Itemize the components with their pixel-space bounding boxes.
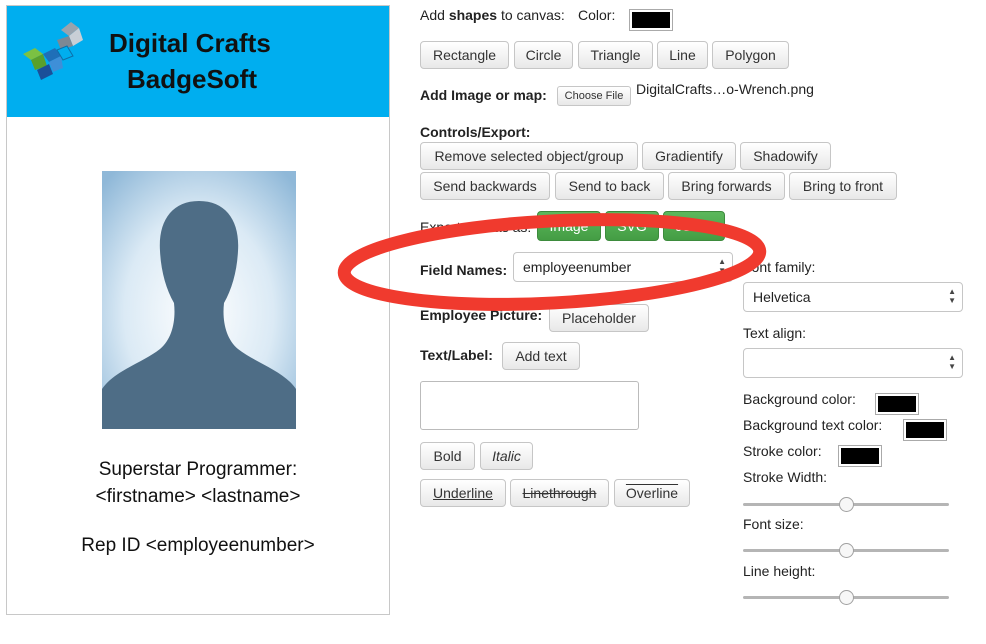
- stroke-color-label: Stroke color:: [743, 443, 822, 459]
- badge-id-line: Rep ID <employeenumber>: [81, 535, 315, 556]
- select-arrows-icon: ▲ ▼: [948, 353, 956, 371]
- background-text-color-swatch[interactable]: [903, 419, 947, 441]
- slider-thumb[interactable]: [838, 543, 854, 558]
- send-to-back-button[interactable]: Send to back: [555, 172, 664, 200]
- text-align-label: Text align:: [743, 325, 807, 341]
- italic-button[interactable]: Italic: [480, 442, 533, 470]
- add-shapes-prefix: Add: [420, 7, 449, 23]
- export-svg-button[interactable]: SVG: [605, 211, 659, 241]
- placeholder-button[interactable]: Placeholder: [549, 304, 649, 332]
- rectangle-button[interactable]: Rectangle: [420, 41, 509, 69]
- font-family-select[interactable]: Helvetica ▲ ▼: [743, 282, 963, 312]
- bring-forwards-button[interactable]: Bring forwards: [668, 172, 785, 200]
- line-height-label: Line height:: [743, 563, 816, 579]
- color-label: Color:: [578, 7, 616, 23]
- field-names-select[interactable]: employeenumber ▲ ▼: [513, 252, 733, 282]
- stroke-color-swatch[interactable]: [838, 445, 882, 467]
- field-names-value: employeenumber: [523, 259, 632, 275]
- export-json-button[interactable]: JSON: [663, 211, 725, 241]
- badge-title-line: Superstar Programmer:: [98, 459, 298, 480]
- slider-thumb[interactable]: [838, 497, 854, 512]
- bring-to-front-button[interactable]: Bring to front: [789, 172, 897, 200]
- shape-color-swatch[interactable]: [629, 9, 673, 31]
- select-arrows-icon: ▲ ▼: [718, 257, 726, 275]
- selected-file-name: DigitalCrafts…o-Wrench.png: [636, 81, 814, 97]
- circle-button[interactable]: Circle: [514, 41, 573, 69]
- brand-title-line2: BadgeSoft: [127, 64, 257, 94]
- stroke-width-label: Stroke Width:: [743, 469, 828, 485]
- background-text-color-label: Background text color:: [743, 417, 883, 433]
- choose-file-button[interactable]: Choose File: [557, 86, 631, 106]
- add-text-button[interactable]: Add text: [502, 342, 580, 370]
- font-size-slider[interactable]: [743, 543, 949, 559]
- overline-button[interactable]: Overline: [614, 479, 690, 507]
- export-image-button[interactable]: Image: [537, 211, 601, 241]
- add-shapes-label: Add shapes to canvas:: [420, 7, 565, 23]
- employee-picture-label: Employee Picture:: [420, 307, 543, 323]
- bold-button[interactable]: Bold: [420, 442, 475, 470]
- line-button[interactable]: Line: [657, 41, 708, 69]
- digital-crafts-logo: [23, 22, 83, 80]
- send-backwards-button[interactable]: Send backwards: [420, 172, 550, 200]
- text-align-select[interactable]: ▲ ▼: [743, 348, 963, 378]
- underline-button[interactable]: Underline: [420, 479, 506, 507]
- font-family-value: Helvetica: [753, 289, 811, 305]
- controls-export-label: Controls/Export:: [420, 124, 531, 140]
- slider-thumb[interactable]: [838, 590, 854, 605]
- font-family-label: Font family:: [743, 259, 816, 275]
- badge-header: Digital Crafts BadgeSoft: [7, 6, 389, 117]
- badge-name-line: <firstname> <lastname>: [95, 486, 301, 507]
- remove-selected-button[interactable]: Remove selected object/group: [420, 142, 638, 170]
- stroke-width-slider[interactable]: [743, 497, 949, 513]
- select-arrows-icon: ▲ ▼: [948, 287, 956, 305]
- shadowify-button[interactable]: Shadowify: [740, 142, 831, 170]
- brand-title-line1: Digital Crafts: [109, 28, 271, 58]
- triangle-button[interactable]: Triangle: [578, 41, 653, 69]
- add-shapes-bold: shapes: [448, 7, 498, 23]
- gradientify-button[interactable]: Gradientify: [642, 142, 736, 170]
- font-size-label: Font size:: [743, 516, 804, 532]
- background-color-label: Background color:: [743, 391, 856, 407]
- export-canvas-label: Export canvas as:: [420, 219, 532, 235]
- polygon-button[interactable]: Polygon: [712, 41, 789, 69]
- field-names-label: Field Names:: [420, 262, 508, 278]
- background-color-swatch[interactable]: [875, 393, 919, 415]
- badge-canvas[interactable]: Digital Crafts BadgeSoft Superstar Progr…: [6, 5, 390, 615]
- linethrough-button[interactable]: Linethrough: [510, 479, 609, 507]
- line-height-slider[interactable]: [743, 590, 949, 606]
- employee-photo-placeholder: [102, 171, 296, 429]
- add-shapes-suffix: to canvas:: [497, 7, 565, 23]
- text-label-label: Text/Label:: [420, 347, 493, 363]
- add-image-label: Add Image or map:: [420, 87, 547, 103]
- text-input-area[interactable]: [420, 381, 639, 430]
